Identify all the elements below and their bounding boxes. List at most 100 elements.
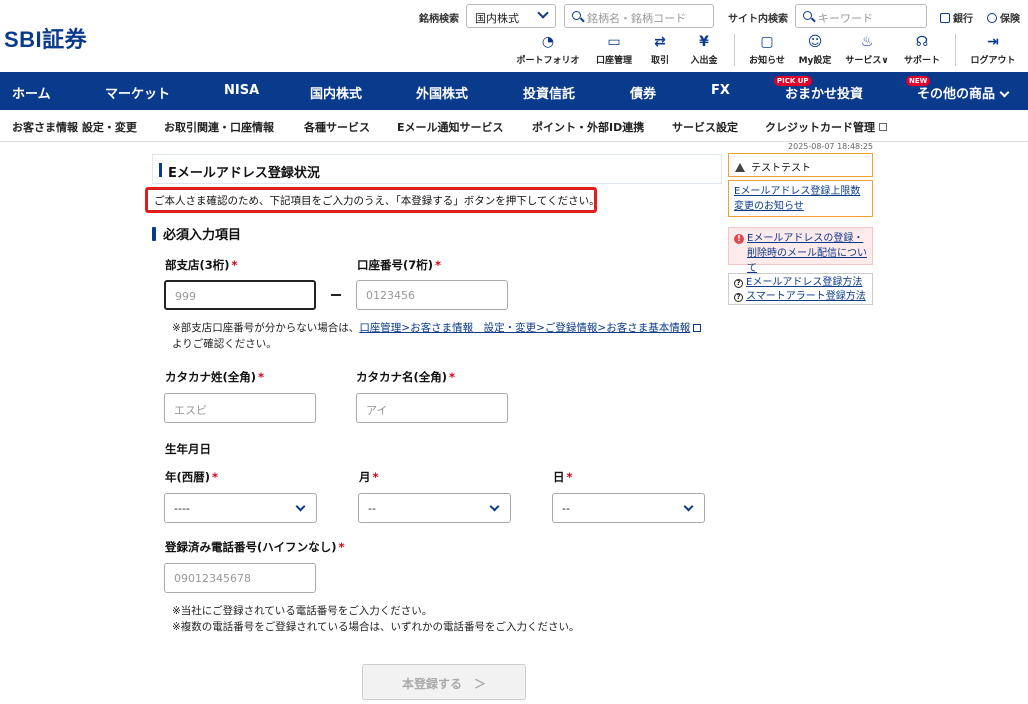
bank-icon: [940, 13, 950, 23]
kana-last-placeholder: エスビ: [174, 404, 207, 417]
chevron-down-icon: [683, 501, 694, 512]
account-number-input[interactable]: 0123456: [356, 280, 508, 310]
support-icon: ☊: [915, 34, 929, 50]
nav-foreign-stocks[interactable]: 外国株式: [416, 83, 468, 102]
subnav-customer-info[interactable]: お客さま情報 設定・変更: [12, 119, 137, 135]
insurance-link[interactable]: 保険: [987, 10, 1020, 25]
subnav-service-settings[interactable]: サービス設定: [672, 119, 738, 135]
nav-home[interactable]: ホーム: [12, 83, 51, 102]
instruction-notice: ご本人さま確認のため、下記項目をご入力のうえ、「本登録する」ボタンを押下してくだ…: [145, 187, 597, 213]
heading-accent: [159, 163, 162, 177]
section-title: 必須入力項目: [152, 224, 241, 243]
kana-first-name-input[interactable]: アイ: [356, 393, 508, 423]
nav-investment-trusts[interactable]: 投資信託: [523, 83, 575, 102]
site-search-label: サイト内検索: [728, 14, 788, 25]
nav-bonds[interactable]: 債券: [630, 83, 656, 102]
subnav-services[interactable]: 各種サービス: [304, 119, 370, 135]
register-submit-button[interactable]: 本登録する ＞: [362, 664, 526, 700]
kana-last-label: カタカナ姓(全角) *: [165, 370, 265, 384]
notice-icon: ▢: [760, 34, 774, 50]
kana-first-label: カタカナ名(全角) *: [356, 370, 456, 384]
sidebar-email-delivery-box: ! Eメールアドレスの登録・削除時のメール配信について: [728, 227, 873, 274]
subnav-email-notification[interactable]: Eメール通知サービス: [397, 119, 504, 135]
deposit-button[interactable]: ¥ 入出金: [686, 34, 722, 66]
section-accent: [152, 227, 156, 241]
market-select[interactable]: 国内株式: [466, 4, 556, 28]
services-button[interactable]: ♨ サービス∨: [841, 34, 893, 66]
smart-alert-help-link[interactable]: スマートアラート登録方法: [746, 291, 866, 302]
year-select[interactable]: ----: [164, 493, 317, 523]
sidebar-help-box: ? Eメールアドレス登録方法 ? スマートアラート登録方法: [728, 273, 873, 305]
subnav-trading-account[interactable]: お取引関連・口座情報: [164, 119, 274, 135]
stock-search-label: 銘柄検索: [419, 14, 459, 25]
branch-input[interactable]: 999: [164, 280, 316, 310]
email-delivery-link[interactable]: Eメールアドレスの登録・削除時のメール配信について: [747, 233, 867, 274]
external-link-icon: [693, 324, 702, 332]
stock-search-input[interactable]: 銘柄名・銘柄コード: [564, 4, 714, 28]
nav-nisa[interactable]: NISA: [224, 83, 259, 98]
branch-account-separator: [331, 294, 341, 296]
page-heading: Eメールアドレス登録状況: [152, 154, 722, 184]
deposit-icon: ¥: [699, 34, 709, 50]
help-icon: ?: [734, 293, 743, 302]
site-header: SBI証券 銘柄検索 国内株式 銘柄名・銘柄コード サイト内検索 キーワード 銀…: [0, 0, 1028, 72]
portfolio-icon: ◔: [541, 34, 555, 50]
day-select[interactable]: --: [552, 493, 705, 523]
my-settings-icon: ☺: [807, 34, 823, 50]
sidebar-email-limit-box: Eメールアドレス登録上限数変更のお知らせ: [728, 180, 873, 217]
timestamp: 2025-08-07 18:48:25: [788, 142, 873, 151]
warning-icon: [735, 163, 745, 172]
kana-first-placeholder: アイ: [366, 404, 388, 417]
nav-other-products[interactable]: その他の商品: [917, 83, 1010, 102]
header-divider: [955, 34, 956, 66]
email-registration-help-link[interactable]: Eメールアドレス登録方法: [746, 277, 862, 288]
nav-fx[interactable]: FX: [711, 83, 730, 98]
stock-search-placeholder: 銘柄名・銘柄コード: [587, 12, 686, 25]
logout-button[interactable]: ⇥ ログアウト: [966, 34, 1020, 66]
alert-icon: !: [734, 234, 744, 244]
portfolio-button[interactable]: ◔ ポートフォリオ: [512, 34, 584, 66]
email-limit-change-link[interactable]: Eメールアドレス登録上限数変更のお知らせ: [734, 186, 860, 212]
chevron-down-icon: [295, 501, 306, 512]
header-divider: [734, 34, 735, 66]
customer-info-link[interactable]: 口座管理>お客さま情報 設定・変更>ご登録情報>お客さま基本情報: [359, 322, 690, 334]
site-search-input[interactable]: キーワード: [795, 4, 927, 28]
day-label: 日 *: [553, 470, 573, 484]
nav-market[interactable]: マーケット: [105, 83, 170, 102]
external-link-icon: [879, 123, 887, 131]
support-button[interactable]: ☊ サポート: [900, 34, 944, 66]
search-icon: [572, 11, 581, 20]
subnav-credit-card[interactable]: クレジットカード管理: [765, 119, 887, 135]
nav-robo-advisor[interactable]: おまかせ投資: [785, 83, 863, 102]
account-management-button[interactable]: ▭ 口座管理: [592, 34, 636, 66]
account-help-text: ※部支店口座番号が分からない場合は、口座管理>お客さま情報 設定・変更>ご登録情…: [172, 320, 732, 352]
branch-label: 部支店(3桁) *: [165, 258, 238, 272]
my-settings-button[interactable]: ☺ My設定: [796, 34, 834, 66]
subnav-points-external-id[interactable]: ポイント・外部ID連携: [532, 119, 644, 135]
year-label: 年(西暦) *: [165, 470, 219, 484]
bank-link[interactable]: 銀行: [940, 10, 973, 25]
header-top-row: 銘柄検索 国内株式 銘柄名・銘柄コード サイト内検索 キーワード 銀行 保険: [0, 2, 1028, 28]
trade-icon: ⇄: [654, 34, 666, 50]
month-select[interactable]: --: [358, 493, 511, 523]
account-label: 口座番号(7桁) *: [357, 258, 442, 272]
main-navigation: ホーム マーケット NISA 国内株式 外国株式 投資信託 債券 FX PICK…: [0, 72, 1028, 110]
phone-input[interactable]: 09012345678: [164, 563, 316, 593]
nav-domestic-stocks[interactable]: 国内株式: [310, 83, 362, 102]
phone-label: 登録済み電話番号(ハイフンなし) *: [165, 540, 345, 554]
branch-placeholder: 999: [175, 290, 196, 303]
page-title: Eメールアドレス登録状況: [168, 166, 320, 181]
kana-last-name-input[interactable]: エスビ: [164, 393, 316, 423]
help-icon: ?: [734, 279, 743, 288]
chevron-down-icon: [537, 7, 549, 19]
notice-button[interactable]: ▢ お知らせ: [746, 34, 788, 66]
day-value: --: [562, 502, 570, 515]
sidebar-notice: テストテスト: [728, 153, 873, 177]
chevron-down-icon: [489, 501, 500, 512]
trade-button[interactable]: ⇄ 取引: [645, 34, 675, 66]
insurance-icon: [987, 13, 997, 23]
phone-placeholder: 09012345678: [174, 572, 251, 585]
market-select-value: 国内株式: [475, 12, 519, 25]
services-icon: ♨: [860, 34, 874, 50]
sub-navigation: お客さま情報 設定・変更 お取引関連・口座情報 各種サービス Eメール通知サービ…: [0, 110, 1028, 142]
